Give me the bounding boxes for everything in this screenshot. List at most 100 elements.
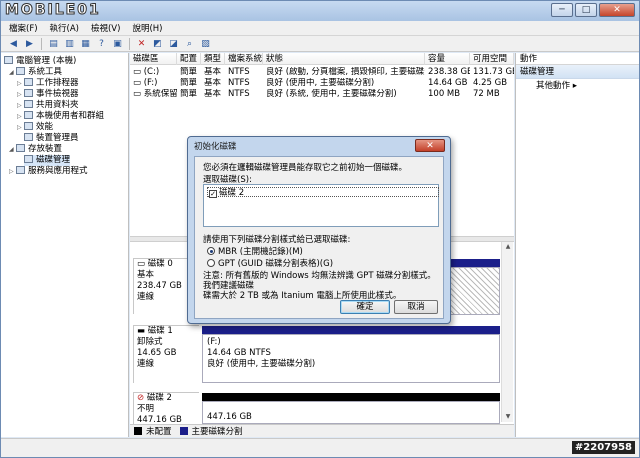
mbr-option[interactable]: MBR (主開機記錄)(M) <box>207 245 303 257</box>
column-type[interactable]: 類型 <box>201 53 225 65</box>
search-icon[interactable]: ⌕ <box>183 38 196 50</box>
scroll-up-icon[interactable]: ▲ <box>502 242 514 252</box>
volume-free: 131.73 GB <box>473 67 514 77</box>
dialog-intro: 您必須在邏輯磁碟管理員能存取它之前初始一個磁碟。 <box>203 163 408 173</box>
volume-capacity: 100 MB <box>428 89 461 99</box>
view-icon[interactable]: ▧ <box>199 38 212 50</box>
device-manager-icon <box>24 133 33 141</box>
disk-2-partition[interactable]: 447.16 GB <box>202 401 500 424</box>
chevron-right-icon: ▸ <box>572 81 577 91</box>
expand-icon[interactable]: ▷ <box>17 78 24 89</box>
expand-icon[interactable]: ▷ <box>17 122 24 133</box>
volume-status: 良好 (使用中, 主要磁碟分割) <box>266 78 375 88</box>
performance-icon <box>24 122 33 130</box>
legend-unallocated: 未配置 <box>146 427 172 437</box>
disk-2-label[interactable]: ⊘ 磁碟 2 不明 447.16 GB <box>133 392 199 425</box>
status-bar <box>1 438 639 457</box>
folder-up-icon[interactable]: ▤ <box>47 38 60 50</box>
disk-icon: ▬ <box>137 326 148 336</box>
menu-action[interactable]: 執行(A) <box>50 22 79 34</box>
title-bar: MOBILE01 ─ □ ✕ <box>1 1 639 21</box>
volume-row[interactable]: ▭ 系統保留 簡單 基本 NTFS 良好 (系統, 使用中, 主要磁碟分割) 1… <box>130 89 514 99</box>
help-icon[interactable]: ? <box>95 38 108 50</box>
tree-item-shared-folders[interactable]: ▷ 共用資料夾 <box>17 100 79 111</box>
open-icon[interactable]: ◪ <box>167 38 180 50</box>
collapse-icon[interactable]: ◢ <box>9 144 16 155</box>
tree-item-event-viewer[interactable]: ▷ 事件檢視器 <box>17 89 79 100</box>
disk-1-partition[interactable]: (F:) 14.64 GB NTFS 良好 (使用中, 主要磁碟分割) <box>202 334 500 383</box>
tree-item-root[interactable]: 電腦管理 (本機) <box>4 56 76 67</box>
toolbar-separator <box>129 37 130 50</box>
dialog-close-button[interactable]: ✕ <box>415 139 445 152</box>
refresh-icon[interactable]: ▣ <box>111 38 124 50</box>
column-free-space[interactable]: 可用空間 <box>470 53 514 65</box>
disk-1-label[interactable]: ▬ 磁碟 1 卸除式 14.65 GB 連線 <box>133 325 199 383</box>
menu-bar: 檔案(F) 執行(A) 檢視(V) 說明(H) <box>1 21 639 36</box>
column-volume[interactable]: 磁碟區 <box>130 53 177 65</box>
export-icon[interactable]: ◩ <box>151 38 164 50</box>
users-icon <box>24 111 33 119</box>
cancel-button[interactable]: 取消 <box>394 300 438 314</box>
menu-help[interactable]: 說明(H) <box>132 22 162 34</box>
maximize-button[interactable]: □ <box>575 3 597 17</box>
disk-icon: ▭ <box>137 259 148 269</box>
column-status[interactable]: 狀態 <box>263 53 425 65</box>
disk-list-item[interactable]: ✓ 磁碟 2 <box>207 187 439 198</box>
ok-button[interactable]: 確定 <box>340 300 390 314</box>
column-capacity[interactable]: 容量 <box>425 53 470 65</box>
tree-item-performance[interactable]: ▷ 效能 <box>17 122 53 133</box>
partition-style-label: 請使用下列磁碟分割樣式給已選取磁碟: <box>203 235 351 245</box>
tree-item-services[interactable]: ▷ 服務與應用程式 <box>9 166 88 177</box>
collapse-icon[interactable]: ◢ <box>9 67 16 78</box>
tree-item-disk-management[interactable]: 磁碟管理 <box>24 155 71 166</box>
actions-section-disk-management[interactable]: 磁碟管理 <box>516 65 639 79</box>
expand-icon[interactable]: ▷ <box>17 100 24 111</box>
expand-icon[interactable]: ▷ <box>17 111 24 122</box>
gpt-option[interactable]: GPT (GUID 磁碟分割表格)(G) <box>207 257 333 269</box>
disk-checkbox[interactable]: ✓ <box>209 190 217 198</box>
volume-capacity: 238.38 GB <box>428 67 470 77</box>
toolbar-separator <box>41 37 42 50</box>
tree-item-local-users[interactable]: ▷ 本機使用者和群組 <box>17 111 104 122</box>
volume-row[interactable]: ▭ (F:) 簡單 基本 NTFS 良好 (使用中, 主要磁碟分割) 14.64… <box>130 78 514 88</box>
disk-view-scrollbar[interactable]: ▲ ▼ <box>501 242 513 422</box>
expand-icon[interactable]: ▷ <box>17 89 24 100</box>
actions-more[interactable]: 其他動作 ▸ <box>516 79 639 93</box>
close-button[interactable]: ✕ <box>599 3 635 17</box>
minimize-button[interactable]: ─ <box>551 3 573 17</box>
volume-free: 4.25 GB <box>473 78 508 88</box>
menu-view[interactable]: 檢視(V) <box>91 22 120 34</box>
forward-arrow-icon[interactable]: ▶ <box>23 38 36 50</box>
tree-item-device-manager[interactable]: 裝置管理員 <box>24 133 79 144</box>
disk-0-partition[interactable] <box>448 267 500 315</box>
expand-icon[interactable]: ▷ <box>9 166 16 177</box>
toolbar: ◀ ▶ ▤ ▥ ▦ ? ▣ ✕ ◩ ◪ ⌕ ▧ <box>1 36 639 52</box>
tree-item-task-scheduler[interactable]: ▷ 工作排程器 <box>17 78 79 89</box>
mbr-radio[interactable] <box>207 247 215 255</box>
volume-status: 良好 (啟動, 分頁檔案, 損毀傾印, 主要磁碟分割) <box>266 67 425 77</box>
computer-management-window: MOBILE01 ─ □ ✕ 檔案(F) 執行(A) 檢視(V) 說明(H) ◀… <box>0 0 640 458</box>
properties-icon[interactable]: ▦ <box>79 38 92 50</box>
back-arrow-icon[interactable]: ◀ <box>7 38 20 50</box>
menu-file[interactable]: 檔案(F) <box>9 22 38 34</box>
disk-listbox[interactable]: ✓ 磁碟 2 <box>203 184 439 227</box>
tree-item-system-tools[interactable]: ◢ 系統工具 <box>9 67 62 78</box>
primary-swatch <box>179 427 188 435</box>
disk-1-size: 14.65 GB <box>137 348 177 358</box>
site-logo: MOBILE01 <box>5 2 101 19</box>
volume-layout: 簡單 <box>180 78 198 88</box>
partition-letter: (F:) <box>207 337 221 347</box>
gpt-radio[interactable] <box>207 259 215 267</box>
shared-folder-icon <box>24 100 33 108</box>
column-layout[interactable]: 配置 <box>177 53 201 65</box>
delete-icon[interactable]: ✕ <box>135 38 148 50</box>
column-filesystem[interactable]: 檔案系統 <box>225 53 263 65</box>
disk-0-partition-bar <box>448 259 500 267</box>
volume-filesystem: NTFS <box>228 78 250 88</box>
volume-row[interactable]: ▭ (C:) 簡單 基本 NTFS 良好 (啟動, 分頁檔案, 損毀傾印, 主要… <box>130 67 514 77</box>
scroll-down-icon[interactable]: ▼ <box>502 412 514 422</box>
show-hide-tree-icon[interactable]: ▥ <box>63 38 76 50</box>
volume-filesystem: NTFS <box>228 67 250 77</box>
tools-icon <box>16 67 25 75</box>
tree-item-storage[interactable]: ◢ 存放裝置 <box>9 144 62 155</box>
